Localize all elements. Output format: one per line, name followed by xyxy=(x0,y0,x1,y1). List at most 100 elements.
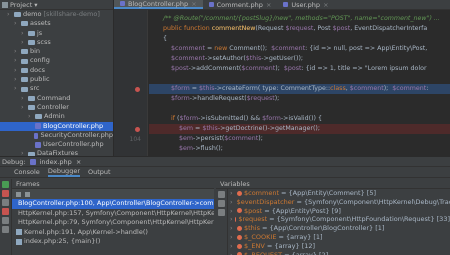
copy-icon[interactable] xyxy=(218,209,225,216)
debug-tab-console[interactable]: Console xyxy=(14,168,40,176)
chevron-right-icon[interactable]: › xyxy=(14,19,19,28)
chevron-right-icon[interactable]: › xyxy=(14,66,19,75)
code-area[interactable]: /** @Route("/comment/{postSlug}/new", me… xyxy=(149,10,450,156)
chevron-right-icon[interactable]: › xyxy=(230,207,235,216)
breakpoints-icon[interactable] xyxy=(2,208,9,215)
code-line[interactable]: $post->addComment($comment); $post: {id … xyxy=(149,64,450,74)
stack-frame[interactable]: HttpKernel.php:157, Symfony\Component\Ht… xyxy=(12,209,214,219)
frames-up-icon[interactable] xyxy=(16,191,21,197)
debug-panel: Debug: index.php × Console Debugger Output… xyxy=(0,156,450,255)
tree-item-label: Controller xyxy=(37,102,69,111)
variables-list: › $comment = {App\Entity\Comment} [5] › $ev… xyxy=(230,189,450,255)
chevron-right-icon[interactable]: › xyxy=(21,103,26,112)
debug-tab-output[interactable]: Output xyxy=(88,168,111,176)
debug-tab-debugger[interactable]: Debugger xyxy=(47,167,80,177)
tree-folder-item[interactable]: › assets xyxy=(0,19,113,28)
variable-row[interactable]: › $eventDispatcher = {Symfony\Component\H… xyxy=(230,198,450,207)
code-line[interactable]: $em->persist($comment); xyxy=(149,134,450,144)
project-panel-header[interactable]: Project ▾ xyxy=(0,0,113,10)
tree-folder-item[interactable]: › Admin xyxy=(0,112,113,121)
code-line[interactable]: $comment->setAuthor($this->getUser()); xyxy=(149,54,450,64)
chevron-right-icon[interactable]: › xyxy=(230,242,235,251)
chevron-right-icon[interactable]: › xyxy=(21,94,26,103)
code-line[interactable]: { xyxy=(149,34,450,44)
code-line[interactable]: if ($form->isSubmitted() && $form->isVal… xyxy=(149,114,450,124)
close-icon[interactable]: × xyxy=(323,0,328,10)
code-line[interactable]: /** @Route("/comment/{postSlug}/new", me… xyxy=(149,14,450,24)
close-icon[interactable]: × xyxy=(191,0,196,9)
chevron-right-icon[interactable]: › xyxy=(14,75,19,84)
mute-breakpoints-icon[interactable] xyxy=(2,217,9,224)
chevron-right-icon[interactable]: › xyxy=(28,112,33,121)
chevron-right-icon[interactable]: › xyxy=(230,233,235,242)
variable-row[interactable]: › $this = {App\Controller\BlogController}… xyxy=(230,224,450,233)
remove-watch-icon[interactable] xyxy=(218,200,225,207)
variable-row[interactable]: › $comment = {App\Entity\Comment} [5] xyxy=(230,189,450,198)
stack-frame[interactable]: Kernel.php:191, App\Kernel->handle() xyxy=(12,228,214,238)
code-line[interactable]: $em = $this->getDoctrine()->getManager()… xyxy=(149,124,450,134)
tree-folder-item[interactable]: › public xyxy=(0,75,113,84)
variable-icon xyxy=(237,234,242,240)
chevron-right-icon[interactable]: › xyxy=(14,56,19,65)
code-line[interactable]: $form = $this->createForm( type: Comment… xyxy=(149,84,450,94)
chevron-right-icon[interactable]: › xyxy=(230,224,235,233)
stack-frame[interactable]: index.php:25, {main}() xyxy=(12,237,214,247)
code-line[interactable]: $em->flush(); xyxy=(149,144,450,154)
tree-item-label: UserController.php xyxy=(43,140,104,149)
folder-icon xyxy=(21,21,28,27)
editor-tab[interactable]: Comment.php × xyxy=(203,0,278,9)
code-line[interactable]: public function commentNew(Request $requ… xyxy=(149,24,450,34)
code-line[interactable] xyxy=(149,104,450,114)
variable-row[interactable]: › $_ENV = {array} [12] xyxy=(230,242,450,251)
chevron-right-icon[interactable]: › xyxy=(230,251,235,255)
debug-config-name[interactable]: index.php xyxy=(40,158,72,166)
tree-folder-item[interactable]: › scss xyxy=(0,38,113,47)
chevron-right-icon[interactable]: › xyxy=(21,29,26,38)
tree-file-item[interactable]: UserController.php xyxy=(0,140,113,149)
code-line[interactable]: $comment = new Comment(); $comment: {id … xyxy=(149,44,450,54)
editor-tab[interactable]: User.php × xyxy=(277,0,334,9)
frames-down-icon[interactable] xyxy=(25,191,30,197)
pause-icon[interactable] xyxy=(2,199,9,206)
variable-icon xyxy=(237,190,242,196)
variable-row[interactable]: › $_COOKIE = {array} [1] xyxy=(230,233,450,242)
variable-row[interactable]: › $_REQUEST = {array} [2] xyxy=(230,251,450,255)
variable-row[interactable]: › $post = {App\Entity\Post} [9] xyxy=(230,207,450,216)
tree-item-label: js xyxy=(37,28,43,37)
folder-icon xyxy=(35,114,42,120)
tree-folder-item[interactable]: › demo [skillshare-demo] xyxy=(0,10,113,19)
code-line[interactable]: $form->handleRequest($request); xyxy=(149,94,450,104)
stop-icon[interactable] xyxy=(2,190,9,197)
close-icon[interactable]: × xyxy=(266,0,271,10)
chevron-right-icon[interactable]: › xyxy=(14,47,19,56)
resume-icon[interactable] xyxy=(2,181,9,188)
add-watch-icon[interactable] xyxy=(218,191,225,198)
chevron-right-icon[interactable]: › xyxy=(230,198,233,207)
variable-row[interactable]: › $request = {Symfony\Component\HttpFound… xyxy=(230,215,450,224)
breakpoint-icon[interactable] xyxy=(135,126,140,132)
tree-folder-item[interactable]: › docs xyxy=(0,66,113,75)
variable-name: $comment xyxy=(244,189,280,197)
tree-file-item[interactable]: BlogController.php xyxy=(0,121,113,131)
stack-frame[interactable]: HttpKernel.php:79, Symfony\Component\Htt… xyxy=(12,218,214,228)
settings-icon[interactable] xyxy=(2,226,9,233)
code-line[interactable] xyxy=(149,74,450,84)
chevron-down-icon[interactable]: ▾ xyxy=(34,1,37,9)
editor-tab[interactable]: BlogController.php × xyxy=(114,0,203,9)
tree-file-item[interactable]: SecurityController.php xyxy=(0,131,113,140)
chevron-right-icon[interactable]: › xyxy=(230,189,235,198)
tree-folder-item[interactable]: › js xyxy=(0,29,113,38)
close-icon[interactable]: × xyxy=(76,158,81,166)
chevron-right-icon[interactable]: › xyxy=(230,215,233,224)
tree-folder-item[interactable]: › config xyxy=(0,56,113,65)
tree-folder-item[interactable]: › Controller xyxy=(0,103,113,112)
breakpoint-icon[interactable] xyxy=(135,86,140,92)
chevron-right-icon[interactable]: › xyxy=(14,84,19,93)
chevron-right-icon[interactable]: › xyxy=(21,38,26,47)
tree-folder-item[interactable]: › bin xyxy=(0,47,113,56)
tree-folder-item[interactable]: › src xyxy=(0,84,113,93)
tree-folder-item[interactable]: › Command xyxy=(0,94,113,103)
stack-frame[interactable]: BlogController.php:100, App\Controller\B… xyxy=(12,199,214,209)
chevron-right-icon[interactable]: › xyxy=(7,10,12,19)
editor-gutter[interactable]: 104 xyxy=(114,10,148,156)
